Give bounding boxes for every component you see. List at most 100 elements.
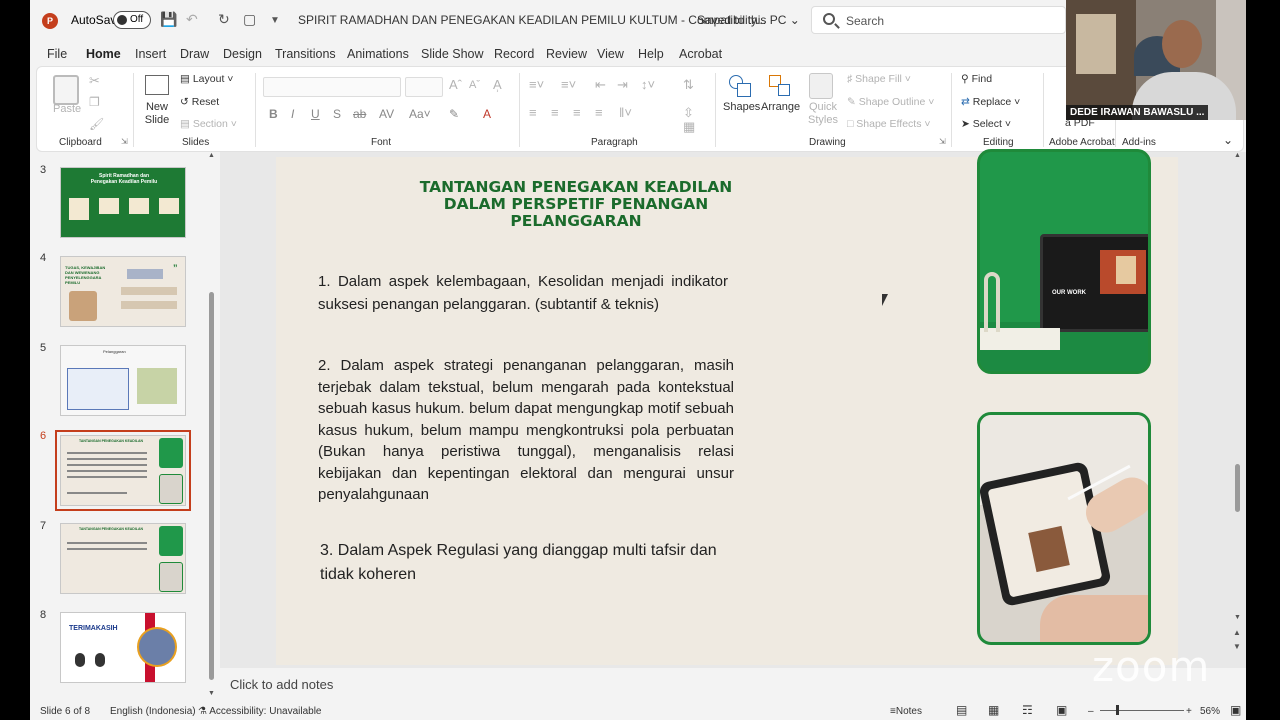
customize-qat-icon[interactable]: ▼ <box>270 15 280 26</box>
thumbnails-scroll-thumb[interactable] <box>209 292 214 680</box>
section-button[interactable]: ▤ Section ˅ <box>180 118 237 130</box>
layout-button[interactable]: ▤ Layout ˅ <box>180 73 233 85</box>
shape-outline-button[interactable]: ✎ Shape Outline ˅ <box>847 96 934 108</box>
character-spacing-icon[interactable]: AV <box>379 107 394 121</box>
cut-icon[interactable]: ✂ <box>89 73 100 89</box>
align-center-icon[interactable]: ≡ <box>551 105 559 120</box>
new-slide-icon[interactable] <box>145 75 169 95</box>
slide-thumbnail-3[interactable]: Spirit Ramadhan dan Penegakan Keadilan P… <box>60 167 186 238</box>
font-size-dropdown[interactable] <box>405 77 443 97</box>
slide-thumbnail-7[interactable]: TANTANGAN PENEGAKAN KEADILAN <box>60 523 186 594</box>
slide-thumbnail-4[interactable]: TUGAS, KEWAJIBAN DAN WEWENANG PENYELENGG… <box>60 256 186 327</box>
shape-fill-button[interactable]: ♯ Shape Fill ˅ <box>847 73 911 85</box>
bullets-icon[interactable]: ≡˅ <box>529 77 544 92</box>
reset-button[interactable]: ↺ Reset <box>180 96 219 108</box>
zoom-level[interactable]: 56% <box>1200 706 1220 717</box>
scroll-up-icon[interactable]: ▲ <box>1234 152 1241 159</box>
paste-button[interactable]: Paste <box>53 103 81 115</box>
tab-slide-show[interactable]: Slide Show <box>421 47 484 61</box>
slide-sorter-icon[interactable]: ▦ <box>988 703 999 717</box>
point-1-text[interactable]: 1. Dalam aspek kelembagaan, Kesolidan me… <box>318 271 728 316</box>
notes-button[interactable]: ≡Notes <box>890 706 922 717</box>
slide-thumbnail-5[interactable]: Pelanggaran <box>60 345 186 416</box>
autosave-toggle[interactable]: Off <box>113 11 151 29</box>
line-spacing-icon[interactable]: ↕˅ <box>641 77 655 92</box>
current-slide[interactable]: TANTANGAN PENEGAKAN KEADILAN DALAM PERSP… <box>276 149 1178 665</box>
decrease-font-icon[interactable]: Aˇ <box>469 79 480 91</box>
zoom-in-icon[interactable]: + <box>1186 706 1192 717</box>
ribbon-collapse-icon[interactable]: ⌄ <box>1223 133 1233 147</box>
align-left-icon[interactable]: ≡ <box>529 105 537 120</box>
tab-draw[interactable]: Draw <box>180 47 209 61</box>
editor-scroll-thumb[interactable] <box>1235 464 1240 512</box>
saved-status[interactable]: Saved to this PC ⌄ <box>697 13 800 27</box>
zoom-out-icon[interactable]: – <box>1088 706 1094 717</box>
slide-thumbnail-6[interactable]: TANTANGAN PENEGAKAN KEADILAN <box>55 430 191 511</box>
font-color-icon[interactable]: A <box>483 107 491 121</box>
increase-font-icon[interactable]: Aˆ <box>449 77 462 92</box>
clear-format-icon[interactable]: A̹ <box>493 77 502 92</box>
tab-home[interactable]: Home <box>86 47 121 69</box>
tab-file[interactable]: File <box>47 47 67 61</box>
arrange-icon[interactable] <box>769 75 791 97</box>
change-case-icon[interactable]: Aa˅ <box>409 107 431 121</box>
italic-icon[interactable]: I <box>291 107 294 121</box>
justify-icon[interactable]: ≡ <box>595 105 603 120</box>
text-direction-icon[interactable]: ⇅ <box>683 77 694 93</box>
clipboard-launcher-icon[interactable]: ⇲ <box>121 137 128 146</box>
language-status[interactable]: English (Indonesia) <box>110 706 196 717</box>
thumbnails-scrollbar[interactable]: ▲ ▼ <box>208 152 216 700</box>
shapes-icon[interactable] <box>729 75 751 97</box>
scroll-up-icon[interactable]: ▲ <box>208 152 215 159</box>
quick-styles-icon[interactable] <box>809 73 833 99</box>
decrease-indent-icon[interactable]: ⇤ <box>595 77 606 93</box>
zoom-slider[interactable] <box>1100 710 1184 711</box>
fit-to-window-icon[interactable]: ▣ <box>1230 703 1241 717</box>
shape-effects-button[interactable]: □ Shape Effects ˅ <box>847 118 931 130</box>
undo-icon[interactable]: ↶ <box>186 11 198 28</box>
numbering-icon[interactable]: ≡˅ <box>561 77 576 92</box>
drawing-launcher-icon[interactable]: ⇲ <box>939 137 946 146</box>
highlight-icon[interactable]: ✎ <box>449 107 459 121</box>
scroll-down-icon[interactable]: ▼ <box>208 690 215 697</box>
editor-scrollbar[interactable]: ▲ ▼ ▲ ▼ <box>1232 152 1244 668</box>
copy-icon[interactable]: ❐ <box>89 95 100 109</box>
tab-review[interactable]: Review <box>546 47 587 61</box>
tab-animations[interactable]: Animations <box>347 47 409 61</box>
new-slide-button[interactable]: New Slide <box>139 101 175 127</box>
search-input[interactable]: Search <box>811 6 1066 34</box>
save-icon[interactable]: 💾 <box>160 11 177 28</box>
find-button[interactable]: ⚲ Find <box>961 73 992 85</box>
columns-icon[interactable]: ‖˅ <box>619 105 632 120</box>
slide-thumbnail-8[interactable]: TERIMAKASIH <box>60 612 186 683</box>
quick-styles-button[interactable]: Quick Styles <box>805 101 841 127</box>
tab-design[interactable]: Design <box>223 47 262 61</box>
slide-title[interactable]: TANTANGAN PENEGAKAN KEADILAN DALAM PERSP… <box>276 179 876 230</box>
underline-icon[interactable]: U <box>311 107 320 121</box>
reading-view-icon[interactable]: ☶ <box>1022 703 1033 717</box>
previous-slide-icon[interactable]: ▲ <box>1233 628 1241 637</box>
shapes-button[interactable]: Shapes <box>723 101 760 113</box>
tab-record[interactable]: Record <box>494 47 534 61</box>
format-painter-icon[interactable]: 🖌 <box>89 117 104 131</box>
point-2-text[interactable]: 2. Dalam aspek strategi penanganan pelan… <box>318 355 734 506</box>
select-button[interactable]: ➤ Select ˅ <box>961 118 1011 130</box>
zoom-slider-thumb[interactable] <box>1116 705 1119 715</box>
smartart-icon[interactable]: ▦ <box>683 119 695 135</box>
font-name-dropdown[interactable] <box>263 77 401 97</box>
arrange-button[interactable]: Arrange <box>761 101 800 113</box>
paste-icon[interactable] <box>53 75 79 105</box>
present-icon[interactable]: ▢ <box>243 11 256 28</box>
tab-insert[interactable]: Insert <box>135 47 166 61</box>
accessibility-status[interactable]: ⚗ Accessibility: Unavailable <box>198 706 321 717</box>
point-3-text[interactable]: 3. Dalam Aspek Regulasi yang dianggap mu… <box>320 539 720 587</box>
increase-indent-icon[interactable]: ⇥ <box>617 77 628 93</box>
bold-icon[interactable]: B <box>269 107 278 121</box>
tablet-photo[interactable] <box>977 412 1151 645</box>
slideshow-icon[interactable]: ▣ <box>1056 703 1067 717</box>
strikethrough-icon[interactable]: ab <box>353 107 366 121</box>
align-right-icon[interactable]: ≡ <box>573 105 581 120</box>
redo-icon[interactable]: ↻ <box>218 11 230 28</box>
scroll-down-icon[interactable]: ▼ <box>1234 614 1241 621</box>
normal-view-icon[interactable]: ▤ <box>956 703 967 717</box>
